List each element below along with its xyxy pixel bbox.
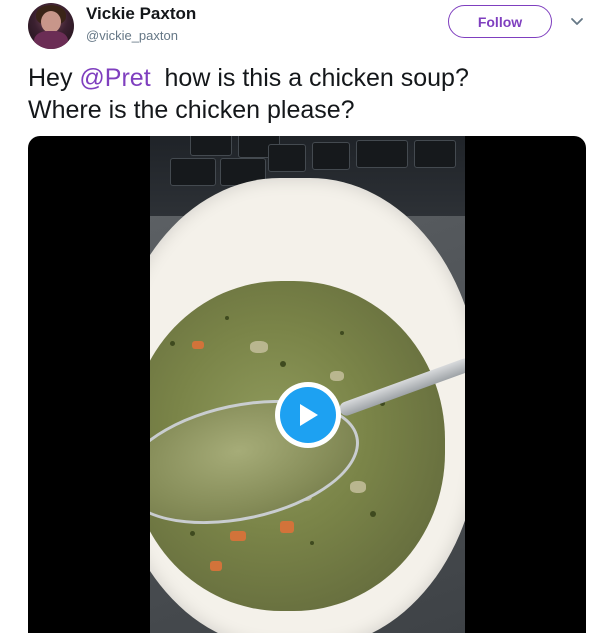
tweet-text-prefix: Hey <box>28 64 80 92</box>
avatar-body <box>34 31 68 49</box>
chevron-down-icon[interactable] <box>568 12 586 30</box>
tweet-text-line1-rest: how is this a chicken soup? <box>150 64 469 92</box>
author-name[interactable]: Vickie Paxton <box>86 4 196 24</box>
follow-button[interactable]: Follow <box>448 5 552 38</box>
avatar-face <box>41 11 61 33</box>
author-handle[interactable]: @vickie_paxton <box>86 28 178 43</box>
play-icon <box>300 404 318 426</box>
play-button[interactable] <box>275 382 341 448</box>
avatar[interactable] <box>28 3 74 49</box>
tweet-text-line2: Where is the chicken please? <box>28 96 355 124</box>
video-player[interactable] <box>28 136 586 633</box>
mention-link[interactable]: @Pret <box>79 64 150 92</box>
tweet-text: Hey @Pret how is this a chicken soup? Wh… <box>28 62 588 126</box>
